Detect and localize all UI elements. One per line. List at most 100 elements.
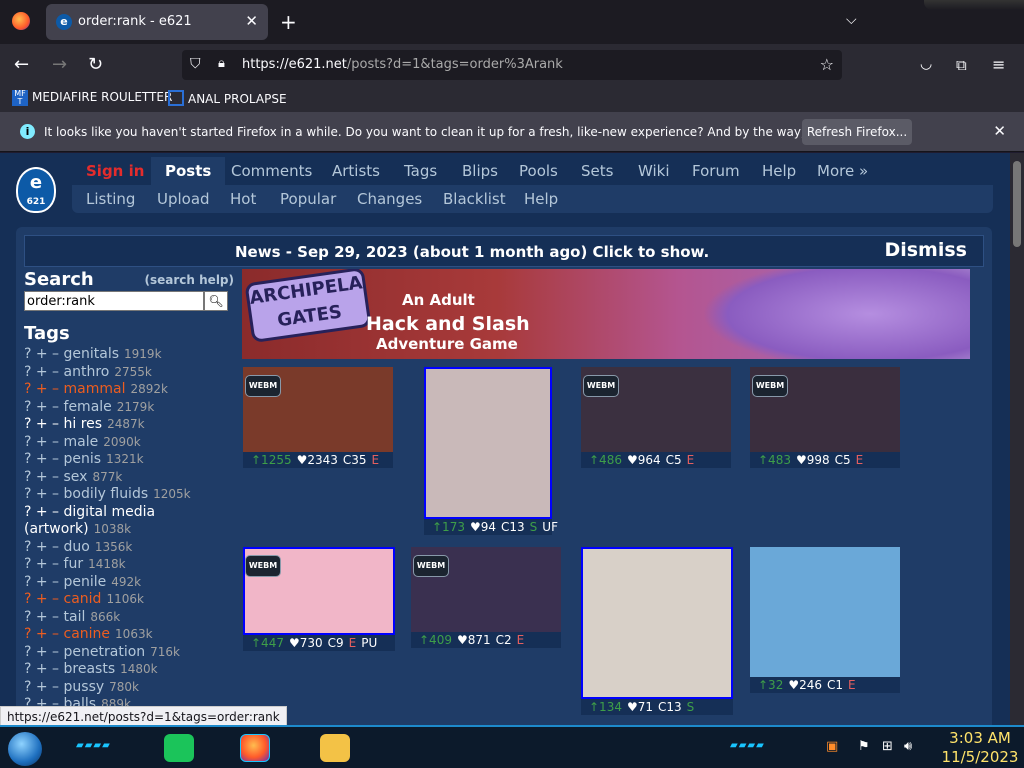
tab-close-icon[interactable]: ✕ [245, 12, 258, 30]
tag-actions[interactable]: ? + – [24, 644, 64, 660]
new-tab-icon[interactable]: + [280, 10, 297, 34]
post-thumbnail[interactable]: ↑32 ♥246 C1 E [750, 547, 900, 695]
tag-actions[interactable]: ? + – [24, 434, 64, 450]
post-thumbnail[interactable]: WEBM ↑486 ♥964 C5 E [581, 367, 731, 470]
tag-name[interactable]: male [64, 434, 99, 450]
search-icon[interactable]: 🔍︎ [204, 291, 228, 311]
nav-forum[interactable]: Forum [692, 157, 740, 185]
tag-actions[interactable]: ? + – [24, 451, 64, 467]
tag-name[interactable]: fur [64, 556, 84, 572]
tray-flag-icon[interactable]: ⚑ [858, 739, 870, 754]
tray-app-icon[interactable]: ▣ [826, 739, 838, 754]
notification-close-icon[interactable]: ✕ [993, 122, 1006, 140]
tag-actions[interactable]: ? + – [24, 679, 64, 695]
subnav-popular[interactable]: Popular [280, 185, 336, 213]
chevron-down-icon[interactable]: ⌵ [846, 12, 857, 28]
nav-tags[interactable]: Tags [404, 157, 437, 185]
tag-name[interactable]: sex [64, 469, 88, 485]
menu-icon[interactable]: ≡ [992, 55, 1005, 74]
active-tab[interactable]: e order:rank - e621 ✕ [46, 4, 268, 40]
nav-comments[interactable]: Comments [231, 157, 312, 185]
tag-name[interactable]: (artwork) [24, 521, 89, 537]
post-image[interactable] [581, 547, 733, 699]
post-image[interactable] [750, 547, 900, 677]
tag-name[interactable]: pussy [64, 679, 105, 695]
tag-name[interactable]: breasts [64, 661, 116, 677]
nav-blips[interactable]: Blips [462, 157, 498, 185]
firefox-taskbar-icon[interactable] [240, 734, 270, 762]
tag-actions[interactable]: ? + – [24, 661, 64, 677]
tag-name[interactable]: bodily fluids [64, 486, 149, 502]
tag-name[interactable]: tail [64, 609, 86, 625]
tag-actions[interactable]: ? + – [24, 399, 64, 415]
tag-name[interactable]: hi res [64, 416, 103, 432]
subnav-changes[interactable]: Changes [357, 185, 422, 213]
news-banner[interactable]: News - Sep 29, 2023 (about 1 month ago) … [24, 235, 984, 267]
post-thumbnail[interactable]: WEBM ↑409 ♥871 C2 E [411, 547, 561, 650]
post-thumbnail[interactable]: WEBM ↑483 ♥998 C5 E [750, 367, 900, 470]
news-text[interactable]: News - Sep 29, 2023 (about 1 month ago) … [235, 243, 709, 261]
e621-logo[interactable]: e 621 [16, 167, 56, 213]
tag-name[interactable]: penile [64, 574, 107, 590]
forward-icon[interactable]: → [52, 54, 67, 75]
tag-actions[interactable]: ? + – [24, 504, 64, 520]
bookmark-second[interactable]: ANAL PROLAPSE [168, 90, 287, 106]
firefox-icon[interactable] [12, 12, 30, 30]
post-image[interactable] [424, 367, 552, 519]
dismiss-button[interactable]: Dismiss [884, 239, 967, 261]
tag-name[interactable]: digital media [64, 504, 156, 520]
post-thumbnail[interactable]: WEBM ↑447 ♥730 C9 E PU [243, 547, 395, 653]
refresh-firefox-button[interactable]: Refresh Firefox... [802, 119, 912, 145]
ad-banner[interactable]: ARCHIPELA GATES An Adult Hack and Slash … [242, 269, 970, 359]
tag-name[interactable]: anthro [64, 364, 110, 380]
notes-app-icon[interactable] [164, 734, 194, 762]
tag-name[interactable]: canid [64, 591, 102, 607]
tag-name[interactable]: penis [64, 451, 102, 467]
subnav-blacklist[interactable]: Blacklist [443, 185, 506, 213]
tag-actions[interactable]: ? + – [24, 469, 64, 485]
lock-icon[interactable]: 🔒︎ [218, 56, 225, 71]
post-thumbnail[interactable]: ↑134 ♥71 C13 S [581, 547, 733, 717]
tag-name[interactable]: female [64, 399, 112, 415]
post-thumbnail[interactable]: ↑173 ♥94 C13 S UF [424, 367, 558, 537]
tag-actions[interactable]: ? + – [24, 346, 64, 362]
file-explorer-icon[interactable] [320, 734, 350, 762]
tag-name[interactable]: duo [64, 539, 90, 555]
bookmark-star-icon[interactable]: ☆ [820, 55, 834, 74]
nav-wiki[interactable]: Wiki [638, 157, 670, 185]
url-bar[interactable]: ⛉ 🔒︎ https://e621.net/posts?d=1&tags=ord… [182, 50, 842, 80]
start-button[interactable] [8, 732, 42, 766]
tag-actions[interactable]: ? + – [24, 539, 64, 555]
shield-icon[interactable]: ⛉ [190, 56, 201, 72]
tag-name[interactable]: genitals [64, 346, 120, 362]
tag-actions[interactable]: ? + – [24, 556, 64, 572]
search-input[interactable] [24, 291, 204, 311]
search-help-link[interactable]: (search help) [145, 273, 234, 287]
tag-name[interactable]: canine [64, 626, 111, 642]
tag-actions[interactable]: ? + – [24, 591, 64, 607]
volume-icon[interactable]: 🔊︎ [904, 739, 912, 754]
post-thumbnail[interactable]: WEBM ↑1255 ♥2343 C35 E [243, 367, 393, 470]
network-icon[interactable]: ⊞ [882, 739, 893, 754]
url-text[interactable]: https://e621.net/posts?d=1&tags=order%3A… [242, 57, 563, 72]
nav-sign-in[interactable]: Sign in [86, 157, 144, 185]
tag-actions[interactable]: ? + – [24, 574, 64, 590]
subnav-help[interactable]: Help [524, 185, 558, 213]
taskbar-clock[interactable]: 3:03 AM 11/5/2023 [940, 729, 1020, 767]
tag-name[interactable]: mammal [64, 381, 126, 397]
tag-actions[interactable]: ? + – [24, 626, 64, 642]
back-icon[interactable]: ← [14, 54, 29, 75]
subnav-hot[interactable]: Hot [230, 185, 256, 213]
tag-actions[interactable]: ? + – [24, 364, 64, 380]
nav-more[interactable]: More » [817, 157, 868, 185]
nav-help[interactable]: Help [762, 157, 796, 185]
subnav-listing[interactable]: Listing [86, 185, 135, 213]
extensions-icon[interactable]: ⧉ [956, 56, 967, 74]
tag-actions[interactable]: ? + – [24, 381, 64, 397]
nav-sets[interactable]: Sets [581, 157, 613, 185]
subnav-upload[interactable]: Upload [157, 185, 210, 213]
page-scrollbar[interactable] [1010, 153, 1024, 725]
nav-artists[interactable]: Artists [332, 157, 380, 185]
nav-posts[interactable]: Posts [151, 157, 226, 185]
tag-name[interactable]: penetration [64, 644, 146, 660]
